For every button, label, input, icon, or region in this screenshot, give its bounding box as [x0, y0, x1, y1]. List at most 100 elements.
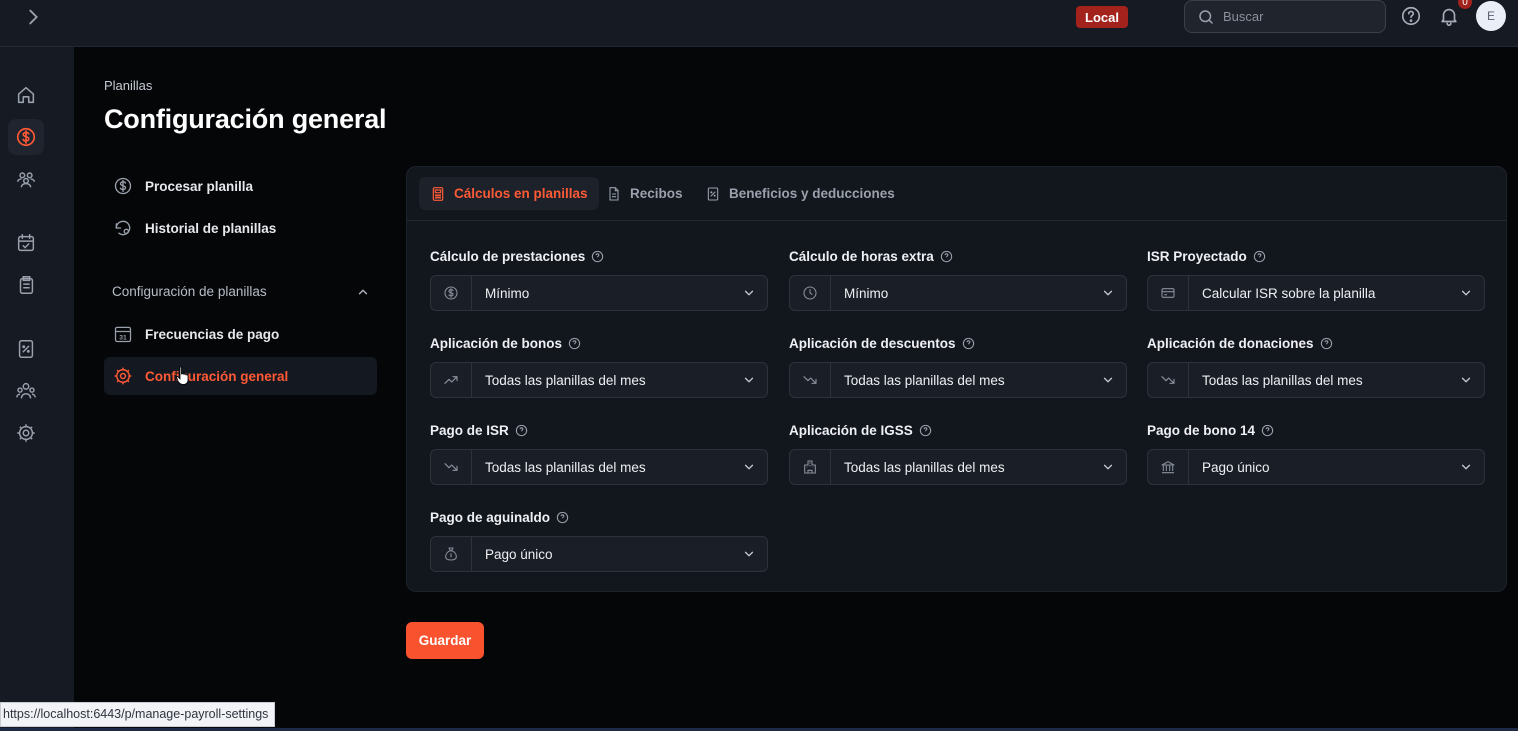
user-avatar[interactable]: E [1476, 1, 1506, 31]
clipboard-icon [19, 276, 34, 294]
field-donaciones: Aplicación de donaciones Todas las plani… [1147, 334, 1485, 398]
money-bag-icon [445, 547, 457, 561]
status-bar-url: https://localhost:6443/p/manage-payroll-… [0, 702, 276, 727]
tab-label: Recibos [630, 186, 683, 201]
help-icon[interactable] [515, 424, 528, 437]
help-button[interactable] [1400, 5, 1422, 27]
tab-receipts[interactable]: Recibos [595, 177, 694, 210]
help-icon[interactable] [556, 511, 569, 524]
trending-up-icon [444, 376, 458, 384]
top-bar: Local 0 E [0, 0, 1518, 47]
field-label: Pago de aguinaldo [430, 509, 551, 525]
dollar-circle-icon [114, 177, 132, 195]
credit-card-icon [1161, 288, 1175, 298]
bono14-select[interactable]: Pago único [1147, 449, 1485, 485]
tab-calculations[interactable]: Cálculos en planillas [419, 177, 599, 210]
calendar-check-icon [17, 234, 35, 252]
select-value: Todas las planillas del mes [485, 372, 646, 388]
isr-proyectado-select[interactable]: Calcular ISR sobre la planilla [1147, 275, 1485, 311]
rail-item-taxes[interactable] [8, 331, 44, 367]
subnav-section-payroll-settings[interactable]: Configuración de planillas [112, 284, 370, 299]
select-value: Todas las planillas del mes [844, 372, 1005, 388]
breadcrumb[interactable]: Planillas [104, 78, 152, 93]
bank-icon [1161, 461, 1175, 474]
rail-item-attendance[interactable] [8, 225, 44, 261]
help-icon[interactable] [568, 337, 581, 350]
field-label: Pago de ISR [430, 422, 509, 438]
help-icon[interactable] [962, 337, 975, 350]
bell-icon [1441, 8, 1457, 26]
aguinaldo-select[interactable]: Pago único [430, 536, 768, 572]
subnav-label: Configuración general [145, 368, 289, 384]
chevron-down-icon [1461, 290, 1471, 296]
rail-item-payroll[interactable] [8, 119, 44, 155]
search-input[interactable] [1223, 9, 1373, 24]
help-icon[interactable] [1320, 337, 1333, 350]
rail-item-settings[interactable] [8, 415, 44, 451]
building-icon [804, 460, 816, 474]
prestaciones-select[interactable]: Mínimo [430, 275, 768, 311]
field-pago-isr: Pago de ISR Todas las planillas del mes [430, 421, 768, 485]
help-icon[interactable] [1261, 424, 1274, 437]
chevron-down-icon [1103, 464, 1113, 470]
subnav-item-general-settings[interactable]: Configuración general [104, 357, 377, 395]
field-prestaciones: Cálculo de prestaciones Mínimo [430, 247, 768, 311]
field-bonos: Aplicación de bonos Todas las planillas … [430, 334, 768, 398]
subnav-item-payroll-history[interactable]: Historial de planillas [104, 209, 377, 247]
select-value: Todas las planillas del mes [844, 459, 1005, 475]
trending-down-icon [444, 463, 458, 471]
expand-sidebar-button[interactable] [22, 6, 44, 28]
select-value: Todas las planillas del mes [1202, 372, 1363, 388]
field-descuentos: Aplicación de descuentos Todas las plani… [789, 334, 1127, 398]
select-value: Mínimo [485, 285, 530, 301]
notifications-button[interactable] [1438, 5, 1460, 27]
percent-document-icon [18, 340, 34, 358]
descuentos-select[interactable]: Todas las planillas del mes [789, 362, 1127, 398]
field-isr-proyectado: ISR Proyectado Calcular ISR sobre la pla… [1147, 247, 1485, 311]
rail-item-teams[interactable] [8, 373, 44, 409]
field-label: Aplicación de bonos [430, 335, 563, 351]
help-icon[interactable] [591, 250, 604, 263]
search-box[interactable] [1184, 0, 1386, 33]
bonos-select[interactable]: Todas las planillas del mes [430, 362, 768, 398]
notification-count-badge: 0 [1458, 0, 1472, 9]
chevron-down-icon [744, 464, 754, 470]
field-igss: Aplicación de IGSS Todas las planillas d… [789, 421, 1127, 485]
icon-rail [0, 47, 74, 731]
rail-item-home[interactable] [8, 77, 44, 113]
tab-benefits-deductions[interactable]: Beneficios y deducciones [694, 177, 906, 210]
trending-down-icon [803, 376, 817, 384]
field-label: Aplicación de descuentos [789, 335, 956, 351]
help-icon[interactable] [1253, 250, 1266, 263]
donaciones-select[interactable]: Todas las planillas del mes [1147, 362, 1485, 398]
chevron-down-icon [744, 290, 754, 296]
users-icon [17, 172, 35, 188]
settings-card: Cálculos en planillas Recibos Beneficios… [406, 166, 1507, 592]
field-label: Aplicación de donaciones [1147, 335, 1314, 351]
select-value: Todas las planillas del mes [485, 459, 646, 475]
rail-item-employees[interactable] [8, 161, 44, 197]
clock-icon [803, 286, 817, 300]
field-label: Cálculo de prestaciones [430, 248, 586, 264]
trending-down-icon [1161, 376, 1175, 384]
home-icon [17, 86, 35, 104]
calendar-icon: 31 [114, 326, 132, 343]
field-aguinaldo: Pago de aguinaldo Pago único [430, 508, 768, 572]
pago-isr-select[interactable]: Todas las planillas del mes [430, 449, 768, 485]
subnav-item-process-payroll[interactable]: Procesar planilla [104, 167, 377, 205]
igss-select[interactable]: Todas las planillas del mes [789, 449, 1127, 485]
chevron-down-icon [1461, 377, 1471, 383]
calculator-icon [432, 186, 444, 201]
help-icon[interactable] [919, 424, 932, 437]
subnav-label: Frecuencias de pago [145, 326, 280, 342]
chevron-down-icon [1461, 464, 1471, 470]
search-icon [1199, 9, 1213, 24]
help-icon[interactable] [940, 250, 953, 263]
subnav-item-payment-frequencies[interactable]: 31 Frecuencias de pago [104, 315, 377, 353]
horas-extra-select[interactable]: Mínimo [789, 275, 1127, 311]
subnav-label: Historial de planillas [145, 220, 277, 236]
save-button[interactable]: Guardar [406, 622, 484, 659]
percent-document-icon [707, 186, 719, 201]
field-label: Cálculo de horas extra [789, 248, 934, 264]
rail-item-documents[interactable] [8, 267, 44, 303]
